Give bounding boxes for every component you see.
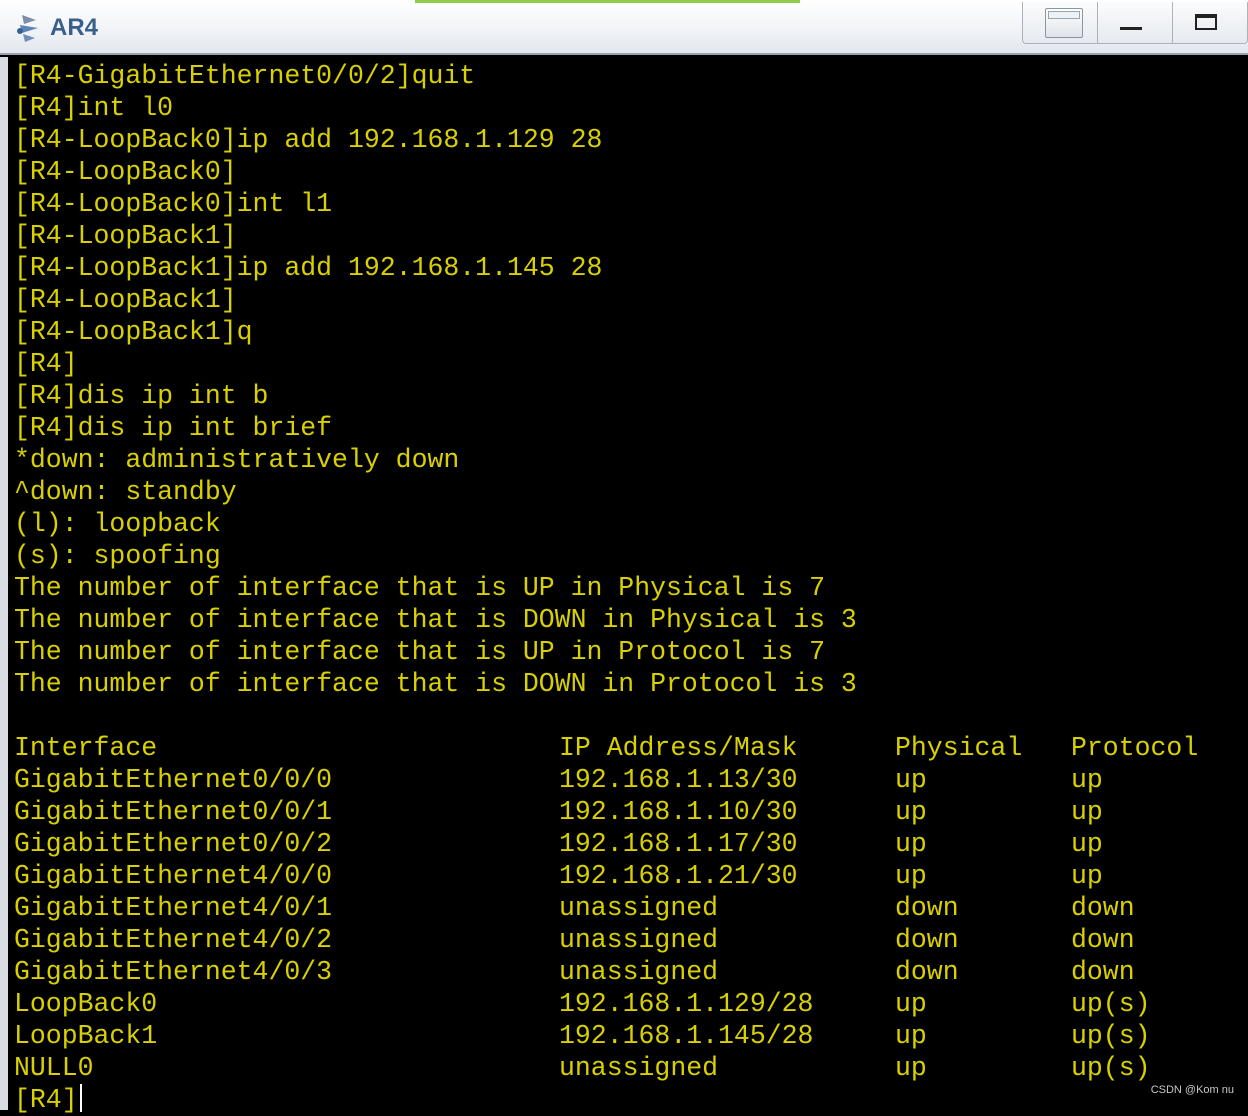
table-row: GigabitEthernet0/0/2 192.168.1.17/30 up … [14, 828, 1234, 860]
console-line: [R4]dis ip int b [14, 381, 269, 411]
cell-physical: up [895, 765, 927, 795]
cell-ip-address: 192.168.1.129/28 [559, 989, 814, 1019]
cell-protocol: up [1071, 765, 1103, 795]
console-line: [R4-LoopBack1] [14, 285, 237, 315]
header-protocol: Protocol [1071, 733, 1199, 763]
console-line: [R4-GigabitEthernet0/0/2]quit [14, 61, 476, 91]
console-line: [R4-LoopBack0] [14, 157, 237, 187]
cell-ip-address: 192.168.1.10/30 [559, 797, 798, 827]
cell-ip-address: unassigned [559, 957, 719, 987]
console-line: The number of interface that is DOWN in … [14, 669, 857, 699]
maximize-icon [1195, 14, 1217, 30]
table-row: NULL0 unassigned up up(s) [14, 1052, 1234, 1084]
cell-physical: down [895, 893, 959, 923]
cell-ip-address: unassigned [559, 893, 719, 923]
cell-physical: up [895, 1053, 927, 1083]
restore-window-button[interactable] [1023, 2, 1098, 43]
maximize-button[interactable] [1173, 2, 1247, 43]
titlebar-accent [415, 0, 800, 3]
console-line: [R4-LoopBack0]int l1 [14, 189, 333, 219]
cell-ip-address: unassigned [559, 925, 719, 955]
window-controls [1022, 2, 1248, 44]
console-line: (s): spoofing [14, 541, 221, 571]
minimize-icon [1120, 27, 1142, 30]
cell-physical: down [895, 957, 959, 987]
cell-protocol: up(s) [1071, 989, 1151, 1019]
cell-interface: GigabitEthernet4/0/0 [14, 861, 333, 891]
cell-ip-address: unassigned [559, 1053, 719, 1083]
cell-interface: LoopBack1 [14, 1021, 158, 1051]
console-line: [R4-LoopBack1]ip add 192.168.1.145 28 [14, 253, 603, 283]
cell-physical: up [895, 1021, 927, 1051]
router-app-icon [17, 15, 38, 42]
cell-interface: GigabitEthernet4/0/2 [14, 925, 333, 955]
table-row: GigabitEthernet4/0/0 192.168.1.21/30 up … [14, 860, 1234, 892]
cell-interface: GigabitEthernet4/0/1 [14, 893, 333, 923]
cell-protocol: up [1071, 861, 1103, 891]
cell-physical: up [895, 861, 927, 891]
cell-interface: GigabitEthernet0/0/1 [14, 797, 333, 827]
header-physical: Physical [895, 733, 1023, 763]
console-line: The number of interface that is UP in Ph… [14, 573, 826, 603]
console-line: [R4]dis ip int brief [14, 413, 333, 443]
table-row: GigabitEthernet4/0/2 unassigned down dow… [14, 924, 1234, 956]
command-prompt: [R4] [14, 1085, 78, 1115]
table-header-row: Interface IP Address/Mask Physical Proto… [14, 732, 1234, 764]
cell-physical: up [895, 989, 927, 1019]
cell-interface: GigabitEthernet4/0/3 [14, 957, 333, 987]
cell-protocol: up [1071, 797, 1103, 827]
console-line: The number of interface that is UP in Pr… [14, 637, 826, 667]
console-line: [R4-LoopBack1]q [14, 317, 253, 347]
table-row: LoopBack0 192.168.1.129/28 up up(s) [14, 988, 1234, 1020]
table-row: GigabitEthernet0/0/1 192.168.1.10/30 up … [14, 796, 1234, 828]
cell-interface: GigabitEthernet0/0/0 [14, 765, 333, 795]
cell-protocol: up(s) [1071, 1021, 1151, 1051]
minimize-button[interactable] [1098, 2, 1173, 43]
console-line: [R4]int l0 [14, 93, 174, 123]
table-row: LoopBack1 192.168.1.145/28 up up(s) [14, 1020, 1234, 1052]
table-row: GigabitEthernet4/0/3 unassigned down dow… [14, 956, 1234, 988]
window-titlebar[interactable]: AR4 [0, 0, 1248, 55]
console-line: [R4-LoopBack0]ip add 192.168.1.129 28 [14, 125, 603, 155]
console-line: [R4] [14, 349, 78, 379]
console-line: ^down: standby [14, 477, 237, 507]
cell-physical: up [895, 797, 927, 827]
cell-ip-address: 192.168.1.13/30 [559, 765, 798, 795]
header-interface: Interface [14, 733, 158, 763]
console-line: (l): loopback [14, 509, 221, 539]
restore-window-icon [1045, 8, 1083, 38]
cell-ip-address: 192.168.1.17/30 [559, 829, 798, 859]
cell-protocol: down [1071, 957, 1135, 987]
cell-protocol: up(s) [1071, 1053, 1151, 1083]
cell-physical: up [895, 829, 927, 859]
cell-protocol: up [1071, 829, 1103, 859]
console-line: [R4-LoopBack1] [14, 221, 237, 251]
cell-interface: GigabitEthernet0/0/2 [14, 829, 333, 859]
cell-physical: down [895, 925, 959, 955]
table-row: GigabitEthernet0/0/0 192.168.1.13/30 up … [14, 764, 1234, 796]
header-ip-address: IP Address/Mask [559, 733, 798, 763]
text-cursor [79, 1084, 82, 1112]
cell-interface: NULL0 [14, 1053, 94, 1083]
cell-ip-address: 192.168.1.145/28 [559, 1021, 814, 1051]
window-title: AR4 [50, 14, 99, 41]
console-line: The number of interface that is DOWN in … [14, 605, 857, 635]
terminal-console[interactable]: [R4-GigabitEthernet0/0/2]quit [R4]int l0… [0, 57, 1248, 1115]
table-row: GigabitEthernet4/0/1 unassigned down dow… [14, 892, 1234, 924]
console-line: *down: administratively down [14, 445, 460, 475]
watermark: CSDN @Kom nu [1150, 1084, 1234, 1096]
cell-protocol: down [1071, 893, 1135, 923]
command-prompt-line[interactable]: [R4] [14, 1084, 82, 1116]
cell-protocol: down [1071, 925, 1135, 955]
cell-interface: LoopBack0 [14, 989, 158, 1019]
cell-ip-address: 192.168.1.21/30 [559, 861, 798, 891]
